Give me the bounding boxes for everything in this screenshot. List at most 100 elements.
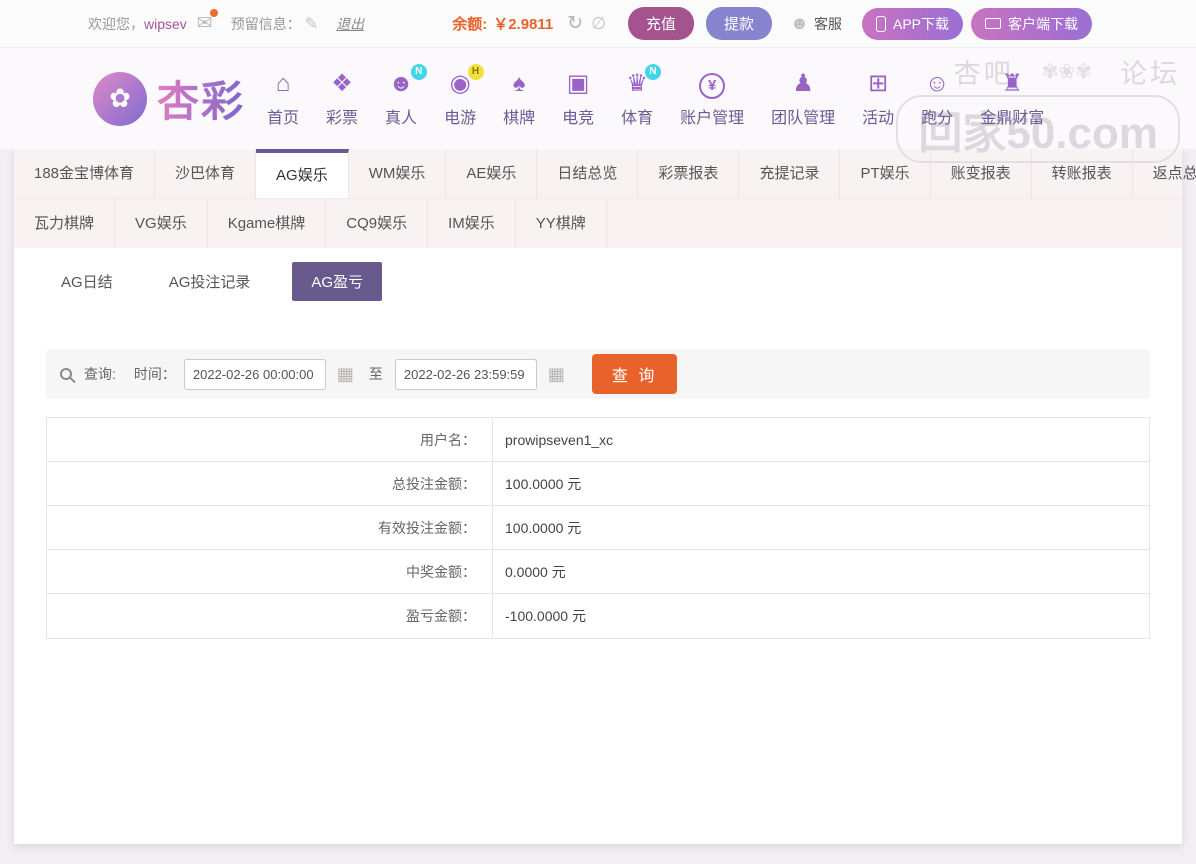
headset-icon: ☻: [790, 13, 809, 33]
row-label-profit-loss: 盈亏金额：: [47, 594, 493, 638]
new-badge: N: [410, 64, 427, 80]
tab-row-2: 瓦力棋牌 VG娱乐 Kgame棋牌 CQ9娱乐 IM娱乐 YY棋牌: [14, 199, 1182, 248]
nav-item-team-management[interactable]: ♟ 团队管理: [771, 69, 835, 128]
hot-badge: H: [467, 64, 484, 80]
subtab-ag-profit-loss[interactable]: AG盈亏: [292, 262, 383, 301]
tab-rebate-total[interactable]: 返点总额: [1133, 149, 1196, 198]
row-value-total-bet: 100.0000 元: [505, 475, 582, 492]
nav-item-home[interactable]: ⌂ 首页: [267, 69, 299, 128]
nav-item-activities[interactable]: ⊞ 活动: [862, 69, 894, 128]
time-label: 时间：: [133, 366, 176, 382]
tab-cq9-entertainment[interactable]: CQ9娱乐: [326, 199, 429, 248]
customer-service-link[interactable]: ☻ 客服: [790, 13, 842, 34]
table-row: 盈亏金额： -100.0000 元: [47, 594, 1149, 638]
coin-icon: ¥: [699, 73, 726, 99]
tab-yy-chess[interactable]: YY棋牌: [516, 199, 607, 248]
flourish-ornament: ✾❀✾: [1041, 61, 1092, 83]
row-label-valid-bet: 有效投注金额：: [47, 506, 493, 549]
edit-icon[interactable]: ✎: [305, 14, 318, 34]
client-download-button[interactable]: 客户端下载: [971, 7, 1092, 40]
new-badge: N: [644, 64, 661, 80]
live-dealer-icon: ☻ N: [388, 64, 427, 99]
nav-item-lottery[interactable]: ❖ 彩票: [326, 69, 358, 128]
row-label-total-bet: 总投注金额：: [47, 462, 493, 505]
reserved-info-label: 预留信息：: [230, 15, 301, 32]
end-datetime-input[interactable]: [394, 358, 537, 390]
phone-icon: [875, 15, 886, 32]
nav-item-egames[interactable]: ◉ H 电游: [444, 64, 484, 128]
monitor-icon: [985, 18, 1001, 29]
welcome-text: 欢迎您，: [88, 15, 144, 32]
nav-label: 电竞: [562, 110, 595, 127]
tab-shaba-sports[interactable]: 沙巴体育: [155, 149, 257, 198]
withdraw-button[interactable]: 提款: [706, 7, 773, 40]
customer-service-label: 客服: [813, 15, 842, 32]
tickets-icon: ❖: [331, 70, 353, 97]
to-label: 至: [368, 366, 383, 382]
gift-icon: ⊞: [868, 70, 889, 97]
hide-balance-icon[interactable]: ∅: [591, 14, 606, 34]
nav-item-live-casino[interactable]: ☻ N 真人: [385, 64, 427, 128]
calendar-icon[interactable]: ▦: [337, 364, 354, 385]
tab-vg-entertainment[interactable]: VG娱乐: [115, 199, 208, 248]
logo-emblem-icon: ✿: [93, 71, 147, 126]
tab-188-sports[interactable]: 188金宝博体育: [14, 149, 156, 198]
start-datetime-input[interactable]: [183, 358, 326, 390]
nav-label: 彩票: [326, 110, 359, 127]
tab-im-entertainment[interactable]: IM娱乐: [428, 199, 516, 248]
balance-label: 余额:: [452, 16, 488, 33]
tab-kgame-chess[interactable]: Kgame棋牌: [208, 199, 327, 248]
username: wipsev: [144, 15, 187, 32]
nav-label: 真人: [385, 110, 418, 127]
nav-item-boardgames[interactable]: ♠ 棋牌: [503, 69, 535, 128]
row-value-valid-bet: 100.0000 元: [505, 519, 582, 536]
nav-label: 棋牌: [503, 110, 536, 127]
nav-item-paofen[interactable]: ☺ 跑分: [921, 69, 953, 128]
nav-item-jinding-wealth[interactable]: ♜ 金鼎财富: [980, 69, 1044, 128]
trophy-icon: ♛ N: [626, 64, 661, 99]
tab-ag-entertainment[interactable]: AG娱乐: [256, 149, 349, 198]
runner-icon: ☺: [924, 70, 950, 97]
nav-label: 体育: [621, 110, 654, 127]
cards-icon: ♠: [512, 70, 526, 97]
table-row: 总投注金额： 100.0000 元: [47, 462, 1149, 506]
query-bar: 查询: 时间： ▦ 至 ▦ 查 询: [46, 349, 1150, 399]
table-row: 中奖金额： 0.0000 元: [47, 550, 1149, 594]
tab-transfer-report[interactable]: 转账报表: [1032, 149, 1133, 198]
query-label: 查询:: [84, 366, 116, 382]
calendar-icon[interactable]: ▦: [548, 364, 565, 385]
watermark-right-text: 论坛: [1120, 59, 1180, 89]
nav-label: 账户管理: [680, 110, 745, 127]
table-row: 用户名： prowipseven1_xc: [47, 418, 1149, 462]
mail-icon[interactable]: ✉: [197, 9, 218, 35]
nav-item-account-management[interactable]: ¥ 账户管理: [680, 73, 744, 128]
nav-label: 电游: [444, 110, 477, 127]
nav-label: 活动: [862, 110, 895, 127]
nav-item-sports[interactable]: ♛ N 体育: [621, 64, 661, 128]
row-value-winnings: 0.0000 元: [505, 563, 566, 580]
nav-item-esports[interactable]: ▣ 电竞: [562, 69, 594, 128]
tab-deposit-withdraw-records[interactable]: 充提记录: [739, 149, 841, 198]
main-nav: ⌂ 首页 ❖ 彩票 ☻ N 真人 ◉ H 电游 ♠ 棋牌 ▣ 电竞 ♛ N 体育 ¥: [267, 64, 1044, 128]
header: ✿ 杏彩 ⌂ 首页 ❖ 彩票 ☻ N 真人 ◉ H 电游 ♠ 棋牌 ▣ 电竞 ♛ N …: [0, 48, 1196, 163]
balance-value: ￥2.9811: [493, 16, 554, 33]
tab-daily-summary[interactable]: 日结总览: [537, 149, 639, 198]
tab-account-change-report[interactable]: 账变报表: [931, 149, 1032, 198]
topbar: 欢迎您， wipsev ✉ 预留信息： ✎ 退出 余额: ￥2.9811 ↻ ∅ …: [0, 0, 1196, 48]
home-icon: ⌂: [275, 70, 291, 97]
nav-label: 金鼎财富: [980, 110, 1045, 127]
recharge-button[interactable]: 充值: [628, 7, 695, 40]
tab-wm-entertainment[interactable]: WM娱乐: [349, 149, 447, 198]
app-download-button[interactable]: APP下载: [861, 7, 963, 40]
subtab-ag-bet-records[interactable]: AG投注记录: [155, 262, 265, 301]
esports-icon: ▣: [566, 70, 590, 97]
tab-pt-entertainment[interactable]: PT娱乐: [840, 149, 931, 198]
query-submit-button[interactable]: 查 询: [591, 354, 678, 394]
logout-link[interactable]: 退出: [336, 14, 364, 34]
tab-lottery-report[interactable]: 彩票报表: [638, 149, 740, 198]
site-logo[interactable]: ✿ 杏彩: [93, 68, 245, 129]
refresh-balance-icon[interactable]: ↻: [567, 12, 583, 35]
tab-wali-chess[interactable]: 瓦力棋牌: [14, 199, 116, 248]
tab-ae-entertainment[interactable]: AE娱乐: [446, 149, 538, 198]
subtab-ag-daily[interactable]: AG日结: [47, 262, 127, 301]
